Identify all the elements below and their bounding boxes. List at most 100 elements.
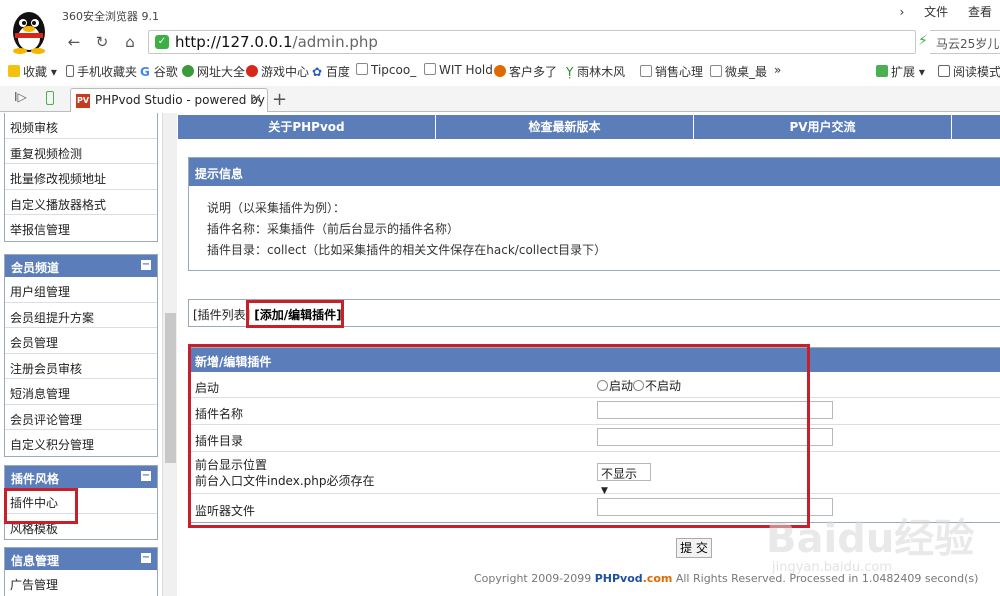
bookmark-google[interactable]: G 谷歌 [140, 63, 178, 80]
form-label: 监听器文件 [195, 504, 256, 518]
form-row-dir: 插件目录 [189, 425, 1000, 452]
form-row-name: 插件名称 [189, 398, 1000, 425]
topnav-user-community[interactable]: PV用户交流 [694, 115, 952, 139]
back-arrow-icon[interactable]: ← [64, 32, 84, 52]
position-select[interactable]: 不显示 ▼ [597, 463, 651, 496]
bookmark-hao[interactable]: 网址大全 [182, 63, 245, 80]
sidebar-scrollbar[interactable] [162, 113, 177, 596]
info-panel: 提示信息 说明（以采集插件为例）： 插件名称：采集插件（前后台显示的插件名称） … [188, 157, 1000, 271]
info-line: 说明（以采集插件为例）： [207, 201, 346, 215]
topnav-check-version[interactable]: 检查最新版本 [436, 115, 694, 139]
bookmark-reader[interactable]: 阅读模式 [938, 63, 1000, 80]
sidebar-item-messages[interactable]: 短消息管理 [5, 379, 157, 405]
sidebar-item-templates[interactable]: 风格模板 [5, 514, 157, 540]
reader-icon [938, 65, 950, 77]
sidebar-group-title[interactable]: 会员频道 − [5, 255, 157, 277]
topnav-more[interactable] [952, 115, 1000, 139]
sidebar-item-register-review[interactable]: 注册会员审核 [5, 354, 157, 379]
bookmark-customers[interactable]: 客户多了 [494, 63, 557, 80]
sidebar-item-batch-edit-url[interactable]: 批量修改视频地址 [5, 164, 157, 190]
bookmark-mobile[interactable]: 手机收藏夹 [66, 63, 137, 80]
menu-file[interactable]: 文件 [924, 5, 948, 19]
bookmark-weizhuo[interactable]: 微桌_最 [710, 63, 767, 80]
page-icon [640, 65, 652, 77]
sidebar-item-upgrade-plan[interactable]: 会员组提升方案 [5, 303, 157, 328]
search-input[interactable]: 马云25岁儿子近 [930, 30, 1000, 54]
listener-file-input[interactable] [597, 498, 833, 516]
sidebar-item-duplicate-check[interactable]: 重复视频检测 [5, 139, 157, 164]
scrollbar-thumb[interactable] [165, 313, 176, 463]
form-row-listener: 监听器文件 [189, 494, 1000, 522]
main-content: 关于PHPvod 检查最新版本 PV用户交流 提示信息 说明（以采集插件为例）：… [178, 113, 1000, 596]
bookmark-games[interactable]: 游戏中心 [246, 63, 309, 80]
home-icon[interactable]: ⌂ [120, 32, 140, 52]
sidebar-group-title[interactable]: 信息管理 − [5, 548, 157, 570]
tab-title: PHPvod Studio - powered by [95, 93, 265, 107]
plugin-form-title: 新增/编辑插件 [189, 348, 1000, 372]
lightning-icon[interactable]: ⚡ [918, 33, 928, 49]
sidebar-item-ads[interactable]: 广告管理 [5, 570, 157, 596]
menu-view[interactable]: 查看 [968, 5, 992, 19]
mobile-icon[interactable] [46, 91, 54, 105]
info-panel-title: 提示信息 [189, 158, 1000, 186]
sidebar-item-usergroups[interactable]: 用户组管理 [5, 277, 157, 303]
sidebar-group-title[interactable]: 插件风格 − [5, 466, 157, 488]
phpvod-favicon: PV [76, 94, 90, 108]
browser-titlebar: 360安全浏览器 9.1 › 文件 查看 [0, 0, 1000, 54]
plugin-form: 新增/编辑插件 启动 启动 不启动 插件名称 插件目录 前台显示位置 前台入口文件… [188, 347, 1000, 523]
sidebar-item-plugin-center[interactable]: 插件中心 [5, 488, 157, 514]
page-icon [356, 63, 368, 75]
topnav-about[interactable]: 关于PHPvod [178, 115, 436, 139]
collapse-icon[interactable]: − [141, 260, 151, 270]
subtab-plugin-list[interactable]: [插件列表] [193, 308, 250, 322]
form-row-enable: 启动 启动 不启动 [189, 372, 1000, 398]
chevron-right-icon[interactable]: › [900, 5, 905, 19]
sidebar-item-reports[interactable]: 举报信管理 [5, 215, 157, 241]
browser-app-title: 360安全浏览器 9.1 [62, 10, 159, 23]
bookmark-baidu[interactable]: ✿ 百度 [312, 63, 350, 80]
radio-label: 启动 [609, 379, 634, 393]
top-nav: 关于PHPvod 检查最新版本 PV用户交流 [178, 115, 1000, 139]
radio-enable-on[interactable] [597, 380, 608, 391]
sidebar-toggle-icon[interactable]: I▷ [14, 90, 27, 104]
bookmark-extensions[interactable]: 扩展 ▾ [876, 63, 925, 80]
mobile-icon [66, 65, 74, 77]
bookmark-ylmf[interactable]: Ỵ 雨林木风 [566, 63, 625, 80]
collapse-icon[interactable]: − [141, 471, 151, 481]
bookmark-tipcoo[interactable]: Tipcoo_ [356, 63, 416, 77]
footer-brand[interactable]: PHPvod.com [595, 572, 673, 585]
globe-icon [182, 65, 194, 77]
sidebar-item-player-format[interactable]: 自定义播放器格式 [5, 190, 157, 215]
tab-phpvod[interactable]: PV PHPvod Studio - powered by ✕ [70, 88, 268, 112]
plugin-name-input[interactable] [597, 401, 833, 419]
sidebar-item-video-review[interactable]: 视频审核 [5, 113, 157, 139]
collapse-icon[interactable]: − [141, 553, 151, 563]
subtab-add-plugin[interactable]: [添加/编辑插件] [254, 308, 341, 322]
new-tab-button[interactable]: + [272, 89, 287, 110]
bookmark-sales[interactable]: 销售心理 [640, 63, 703, 80]
submit-button[interactable]: 提 交 [676, 538, 712, 558]
form-label: 启动 [195, 381, 220, 395]
sidebar-group-members: 会员频道 − 用户组管理 会员组提升方案 会员管理 注册会员审核 短消息管理 会员… [4, 254, 158, 457]
radio-enable-off[interactable] [633, 380, 645, 391]
info-line: 插件名称：采集插件（前后台显示的插件名称） [207, 222, 460, 236]
form-label: 前台显示位置 [195, 458, 268, 472]
sidebar-item-comments[interactable]: 会员评论管理 [5, 405, 157, 430]
reload-icon[interactable]: ↻ [92, 32, 112, 52]
star-icon [8, 65, 20, 77]
close-icon[interactable]: ✕ [251, 92, 262, 107]
bookmark-wit[interactable]: WIT Hold [424, 63, 493, 77]
sidebar-item-points[interactable]: 自定义积分管理 [5, 430, 157, 456]
form-label: 插件目录 [195, 434, 244, 448]
tab-bar: I▷ PV PHPvod Studio - powered by ✕ + [0, 86, 1000, 112]
plugin-dir-input[interactable] [597, 428, 833, 446]
paw-icon: ✿ [312, 65, 323, 79]
sidebar-item-members[interactable]: 会员管理 [5, 328, 157, 354]
bookmark-favorites[interactable]: 收藏 ▾ [8, 63, 57, 80]
info-line: 插件目录：collect（比如采集插件的相关文件保存在hack/collect目… [207, 243, 607, 257]
site-icon [494, 65, 506, 77]
radio-label: 不启动 [645, 379, 682, 393]
sidebar-group-info: 信息管理 − 广告管理 [4, 547, 158, 596]
bookmarks-more[interactable]: » [774, 63, 781, 77]
url-input[interactable]: ✓ http://127.0.0.1/admin.php [148, 30, 916, 54]
